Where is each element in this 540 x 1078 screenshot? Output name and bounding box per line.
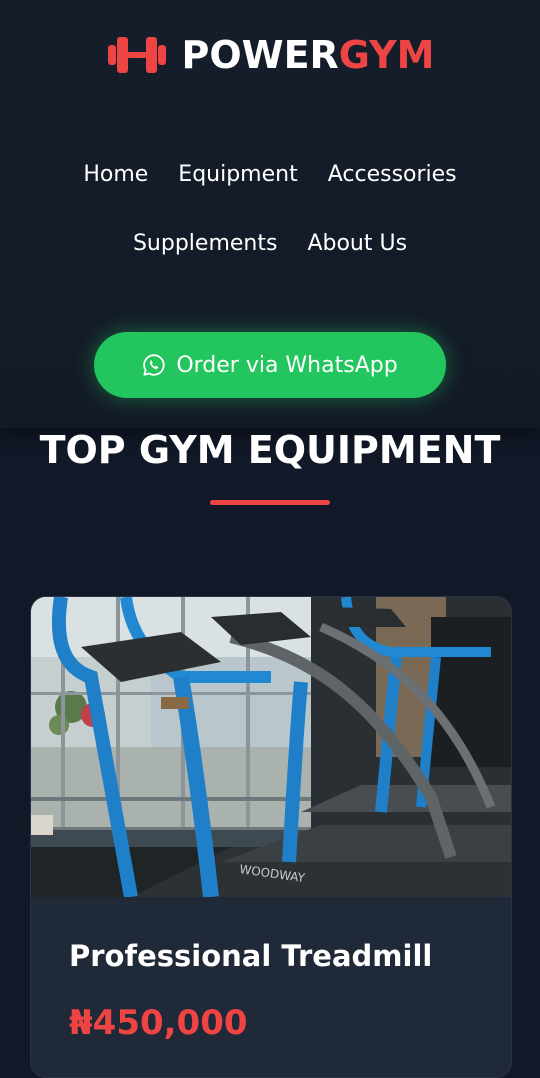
site-header: POWERGYM Home Equipment Accessories Supp…: [0, 0, 540, 428]
title-underline: [210, 500, 330, 505]
whatsapp-icon: [143, 354, 165, 376]
product-card[interactable]: WOODWAY Professional Treadmill ₦450,000: [30, 596, 512, 1078]
brand-logo[interactable]: POWERGYM: [0, 32, 540, 78]
nav-link-equipment[interactable]: Equipment: [178, 160, 297, 190]
brand-name: POWERGYM: [182, 32, 435, 78]
order-whatsapp-label: Order via WhatsApp: [176, 352, 398, 378]
product-name: Professional Treadmill: [69, 939, 433, 973]
main-nav-row-2: Supplements About Us: [0, 229, 540, 259]
nav-link-about-us[interactable]: About Us: [307, 229, 407, 259]
nav-link-supplements[interactable]: Supplements: [133, 229, 277, 259]
nav-link-accessories[interactable]: Accessories: [328, 160, 457, 190]
product-price: ₦450,000: [69, 1003, 248, 1043]
brand-name-part2: GYM: [338, 33, 435, 77]
dumbbell-icon: [107, 37, 166, 73]
main-nav-row-1: Home Equipment Accessories: [0, 160, 540, 190]
treadmill-photo[interactable]: WOODWAY: [31, 597, 511, 897]
order-whatsapp-button[interactable]: Order via WhatsApp: [94, 332, 446, 398]
section-title: TOP GYM EQUIPMENT: [39, 428, 501, 472]
nav-link-home[interactable]: Home: [83, 160, 148, 190]
brand-name-part1: POWER: [181, 33, 339, 77]
